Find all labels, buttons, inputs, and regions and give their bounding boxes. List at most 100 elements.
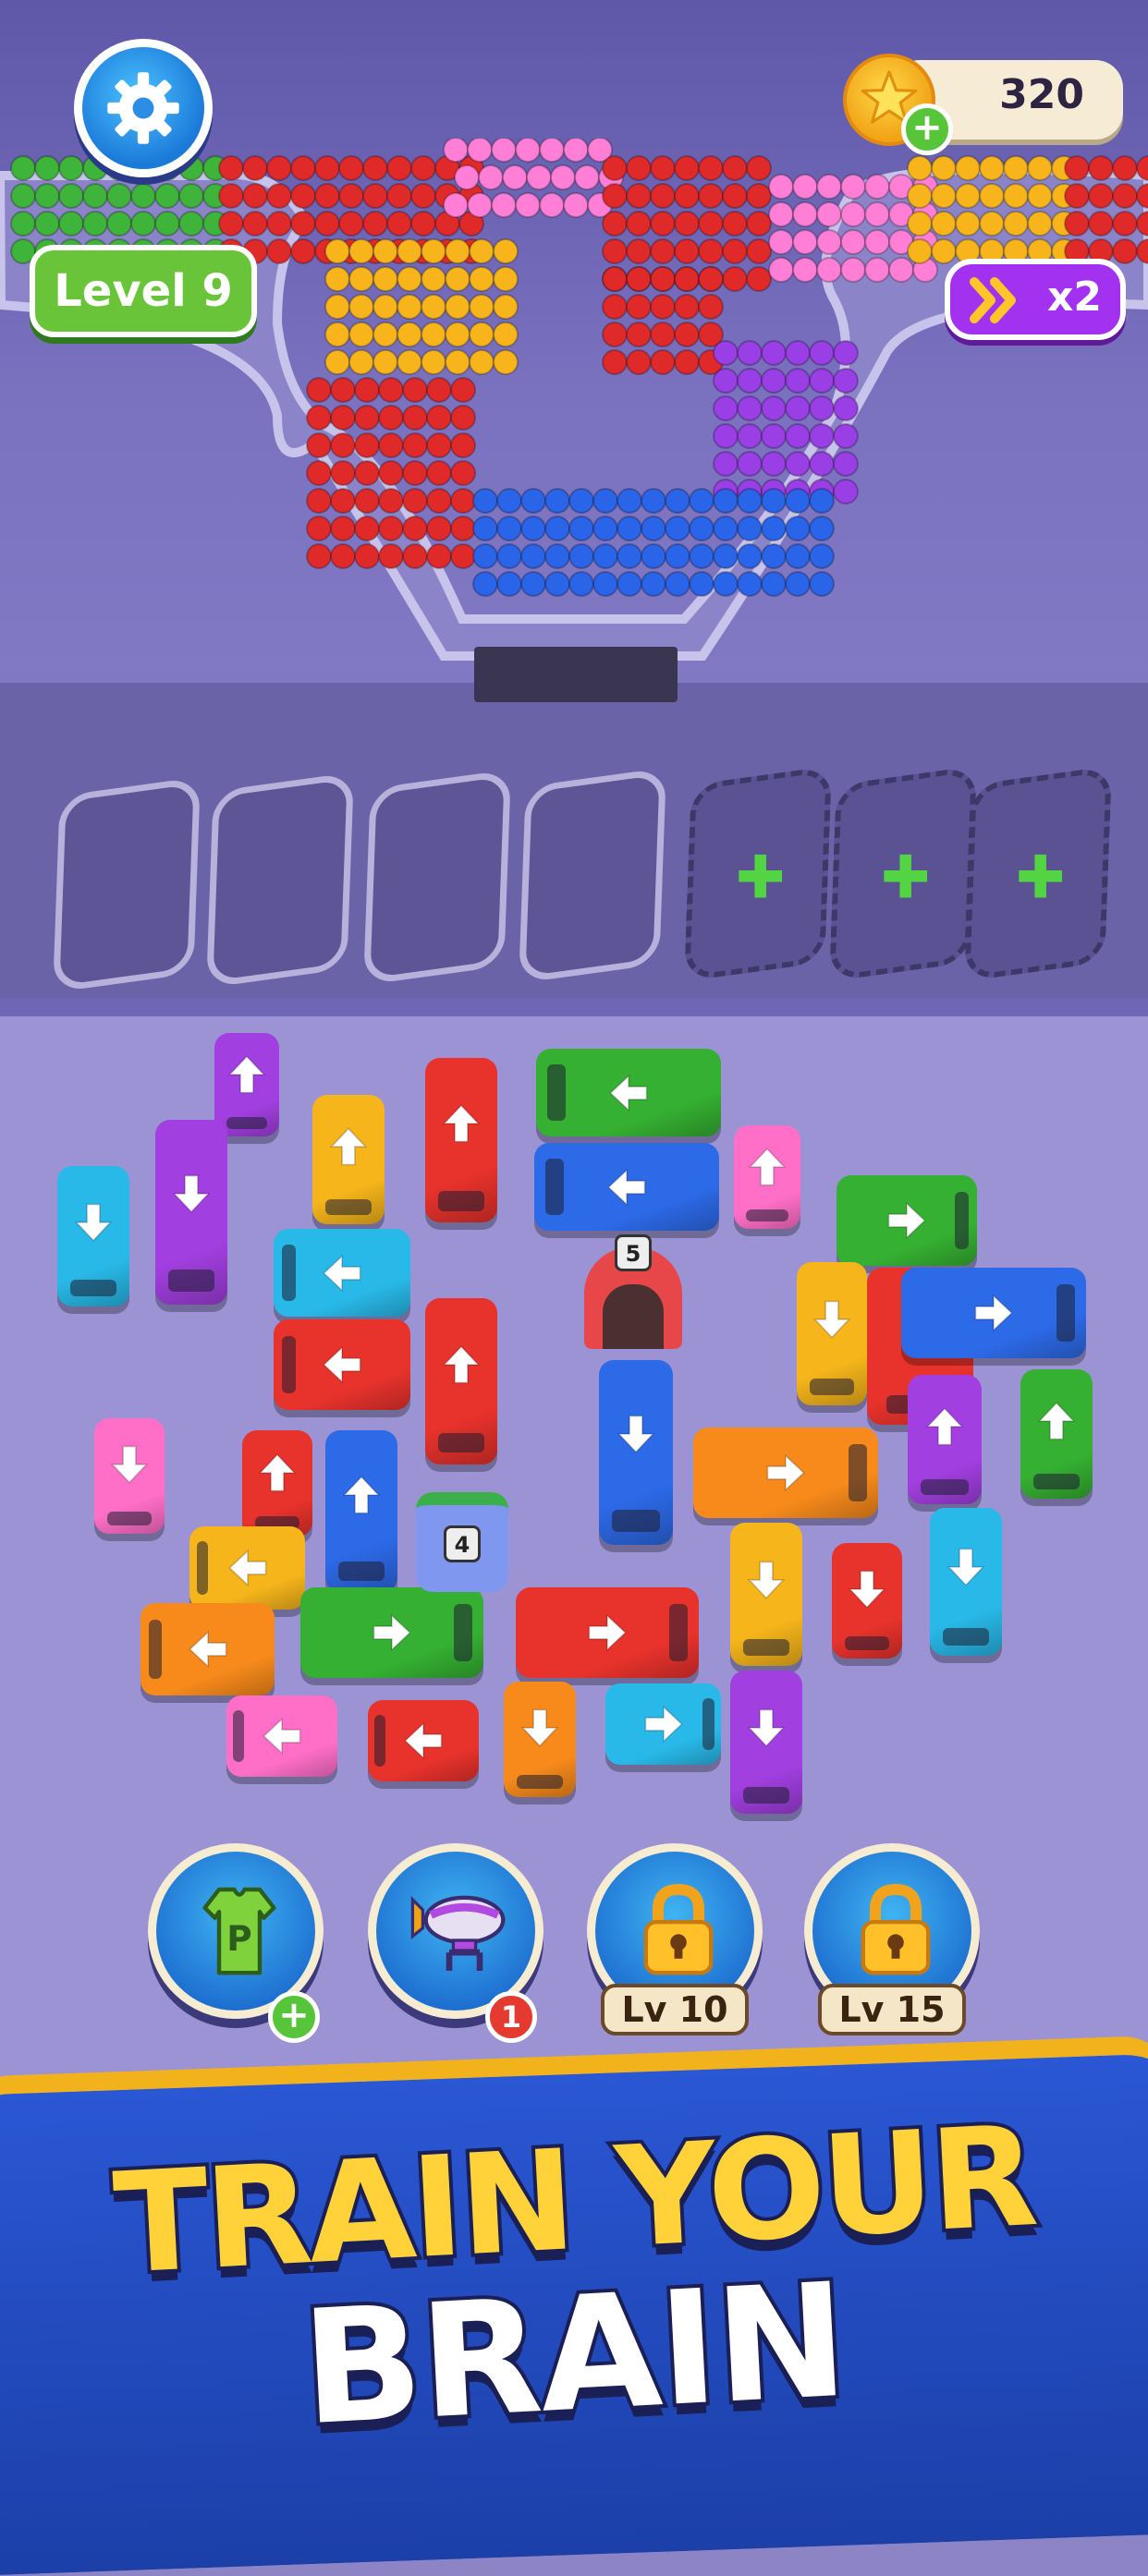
passenger-figure (785, 423, 811, 449)
passenger-figure (737, 423, 763, 449)
vehicle-down[interactable] (797, 1262, 867, 1405)
passenger-figure (698, 183, 724, 209)
passenger-figure (450, 488, 476, 514)
passenger-figure (809, 543, 835, 569)
add-booster-button[interactable]: + (268, 1991, 320, 2043)
passenger-figure (626, 238, 652, 264)
passenger-figure (650, 266, 676, 292)
passenger-figure (491, 192, 517, 218)
passenger-figure (1088, 183, 1114, 209)
vehicle-down[interactable] (730, 1671, 802, 1814)
passenger-figure (426, 543, 452, 569)
vehicle-left[interactable] (226, 1695, 337, 1777)
arrow-left-icon (607, 1168, 646, 1206)
vehicle-down[interactable] (730, 1523, 802, 1666)
arrow-up-icon (925, 1407, 964, 1446)
vehicle-up[interactable] (425, 1298, 497, 1464)
vehicle-down[interactable] (599, 1360, 673, 1545)
vehicle-up[interactable] (312, 1095, 385, 1224)
vehicle-left[interactable] (140, 1603, 275, 1695)
vehicle-down[interactable] (155, 1120, 227, 1305)
vehicle-up[interactable] (734, 1125, 800, 1229)
vehicle-up[interactable] (325, 1430, 397, 1592)
passenger-figure (602, 266, 628, 292)
passenger-figure (469, 294, 495, 320)
vehicle-right[interactable] (300, 1587, 483, 1678)
passenger-figure (354, 488, 380, 514)
vehicle-left[interactable] (274, 1229, 410, 1317)
locked-slot[interactable]: ✚ (829, 765, 977, 982)
passenger-figure (502, 164, 528, 190)
passenger-figure (421, 238, 446, 264)
passenger-figure (443, 139, 469, 163)
passenger-figure (515, 139, 541, 163)
passenger-figure (833, 479, 859, 504)
passenger-figure (496, 571, 522, 597)
passenger-figure (698, 294, 724, 320)
passenger-figure (1112, 211, 1138, 237)
passenger-figure (493, 294, 519, 320)
coin-value: 320 (999, 71, 1084, 118)
padlock-icon (643, 1883, 714, 1975)
vehicle-left[interactable] (274, 1319, 410, 1410)
vehicle-left[interactable] (189, 1526, 305, 1610)
parking-slot (363, 769, 511, 986)
passenger-figure (713, 340, 739, 366)
locked-slot[interactable]: ✚ (684, 765, 832, 982)
arrow-left-icon (323, 1254, 361, 1292)
add-coins-button[interactable]: + (901, 103, 953, 155)
vehicle-down[interactable] (504, 1682, 576, 1797)
vehicle-down[interactable] (94, 1418, 165, 1534)
passenger-figure (378, 543, 404, 569)
passenger-figure (372, 294, 398, 320)
passenger-figure (746, 155, 772, 181)
passenger-figure (445, 294, 470, 320)
passenger-figure (338, 183, 364, 209)
vehicle-up[interactable] (1020, 1369, 1093, 1499)
vehicle-right[interactable] (693, 1428, 878, 1518)
passenger-figure (737, 571, 763, 597)
passenger-figure (550, 164, 576, 190)
vehicle-up[interactable] (908, 1375, 982, 1504)
passenger-figure (641, 488, 666, 514)
vehicle-up[interactable] (214, 1033, 279, 1136)
passenger-figure (58, 183, 84, 209)
vehicle-right[interactable] (901, 1268, 1086, 1358)
passenger-figure (768, 257, 794, 283)
vehicle-down[interactable] (930, 1508, 1002, 1656)
passenger-figure (426, 432, 452, 458)
passenger-figure (218, 183, 244, 209)
passenger-figure (378, 432, 404, 458)
passenger-figure (737, 543, 763, 569)
passenger-figure (641, 543, 666, 569)
passenger-figure (426, 377, 452, 403)
passenger-figure (493, 349, 519, 375)
passenger-figure (840, 257, 866, 283)
passenger-figure (362, 183, 388, 209)
passenger-figure (785, 488, 811, 514)
vehicle-right[interactable] (837, 1175, 977, 1266)
settings-button[interactable] (74, 39, 213, 177)
passenger-figure (792, 229, 818, 255)
passenger-figure (833, 340, 859, 366)
arrow-down-icon (74, 1203, 113, 1242)
passenger-figure (443, 192, 469, 218)
speed-boost-button[interactable]: x2 (945, 259, 1126, 340)
plus-icon: ✚ (735, 844, 786, 913)
vehicle-left[interactable] (368, 1700, 479, 1781)
vehicle-right[interactable] (516, 1587, 699, 1678)
passenger-figure (737, 340, 763, 366)
passenger-figure (496, 488, 522, 514)
vehicle-left[interactable] (534, 1143, 719, 1231)
vehicle-up[interactable] (425, 1058, 497, 1222)
vehicle-up[interactable] (242, 1430, 312, 1537)
passenger-figure (242, 211, 268, 237)
vehicle-down[interactable] (832, 1543, 902, 1659)
vehicle-down[interactable] (57, 1166, 129, 1306)
locked-slot[interactable]: ✚ (964, 765, 1112, 982)
passenger-figure (833, 423, 859, 449)
vehicle-right[interactable] (605, 1683, 721, 1765)
arrow-right-icon (887, 1201, 926, 1240)
vehicle-left[interactable] (536, 1049, 721, 1136)
tunnel-gate: 4 (416, 1492, 508, 1592)
